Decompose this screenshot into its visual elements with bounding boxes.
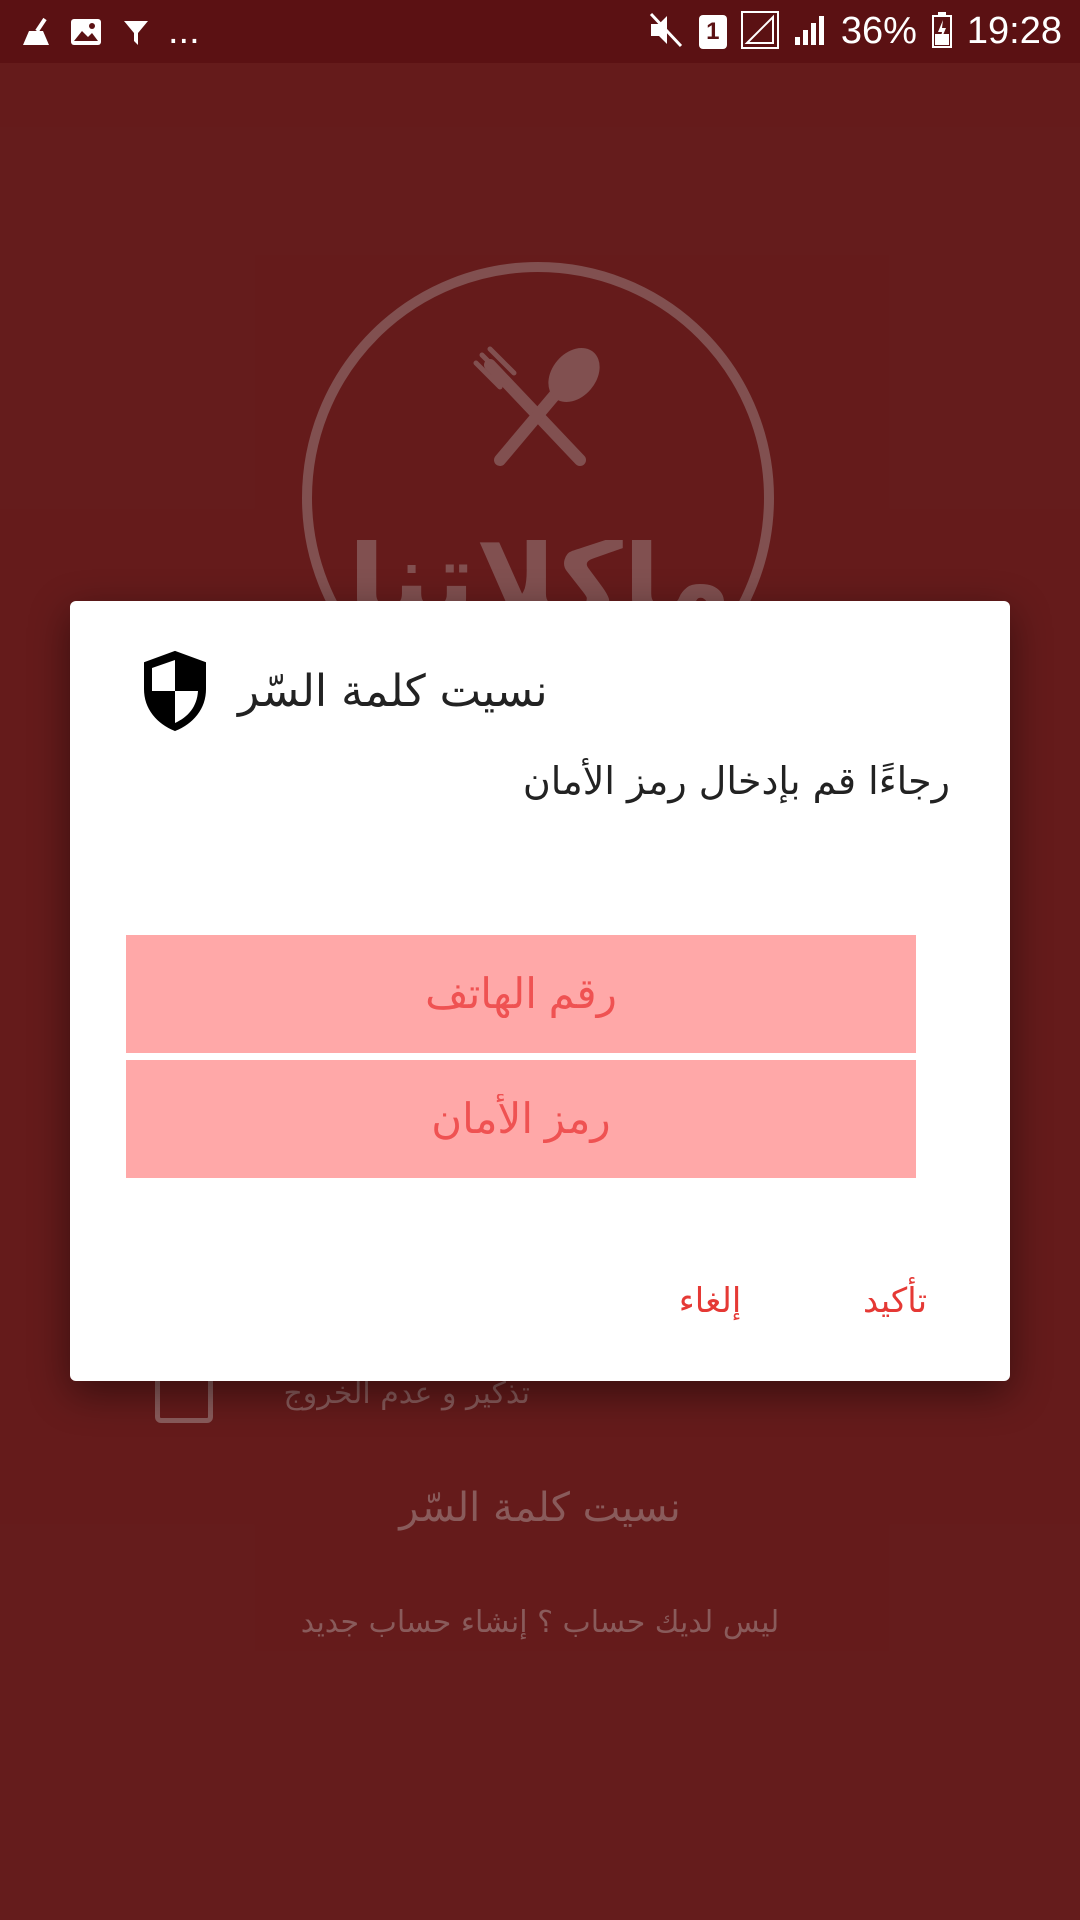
battery-icon — [931, 11, 953, 52]
overflow-indicator: ... — [168, 10, 200, 52]
forgot-password-dialog: نسيت كلمة السّر رجاءًا قم بإدخال رمز الأ… — [70, 601, 1010, 1381]
phone-number-input[interactable] — [126, 935, 916, 1053]
dialog-message: رجاءًا قم بإدخال رمز الأمان — [522, 759, 950, 803]
battery-percent: 36% — [840, 10, 917, 52]
image-icon — [68, 14, 104, 50]
dialog-header: نسيت كلمة السّر — [140, 649, 940, 733]
confirm-button[interactable]: تأكيد — [830, 1261, 960, 1341]
security-code-input[interactable] — [126, 1060, 916, 1178]
dialog-title: نسيت كلمة السّر — [238, 665, 548, 717]
status-bar: ... 1 36% 19:28 — [0, 0, 1080, 63]
cancel-button[interactable]: إلغاء — [655, 1261, 765, 1341]
shield-icon — [144, 650, 206, 732]
signal-icon — [740, 10, 779, 53]
mute-icon — [647, 12, 685, 52]
cleaner-icon — [18, 14, 54, 50]
clock: 19:28 — [966, 10, 1062, 52]
signal-icon-2 — [793, 13, 827, 51]
filter-icon — [118, 14, 154, 50]
status-left-icons: ... — [18, 10, 200, 53]
status-right-icons: 1 36% 19:28 — [647, 10, 1062, 53]
sim-icon: 1 — [698, 14, 727, 49]
